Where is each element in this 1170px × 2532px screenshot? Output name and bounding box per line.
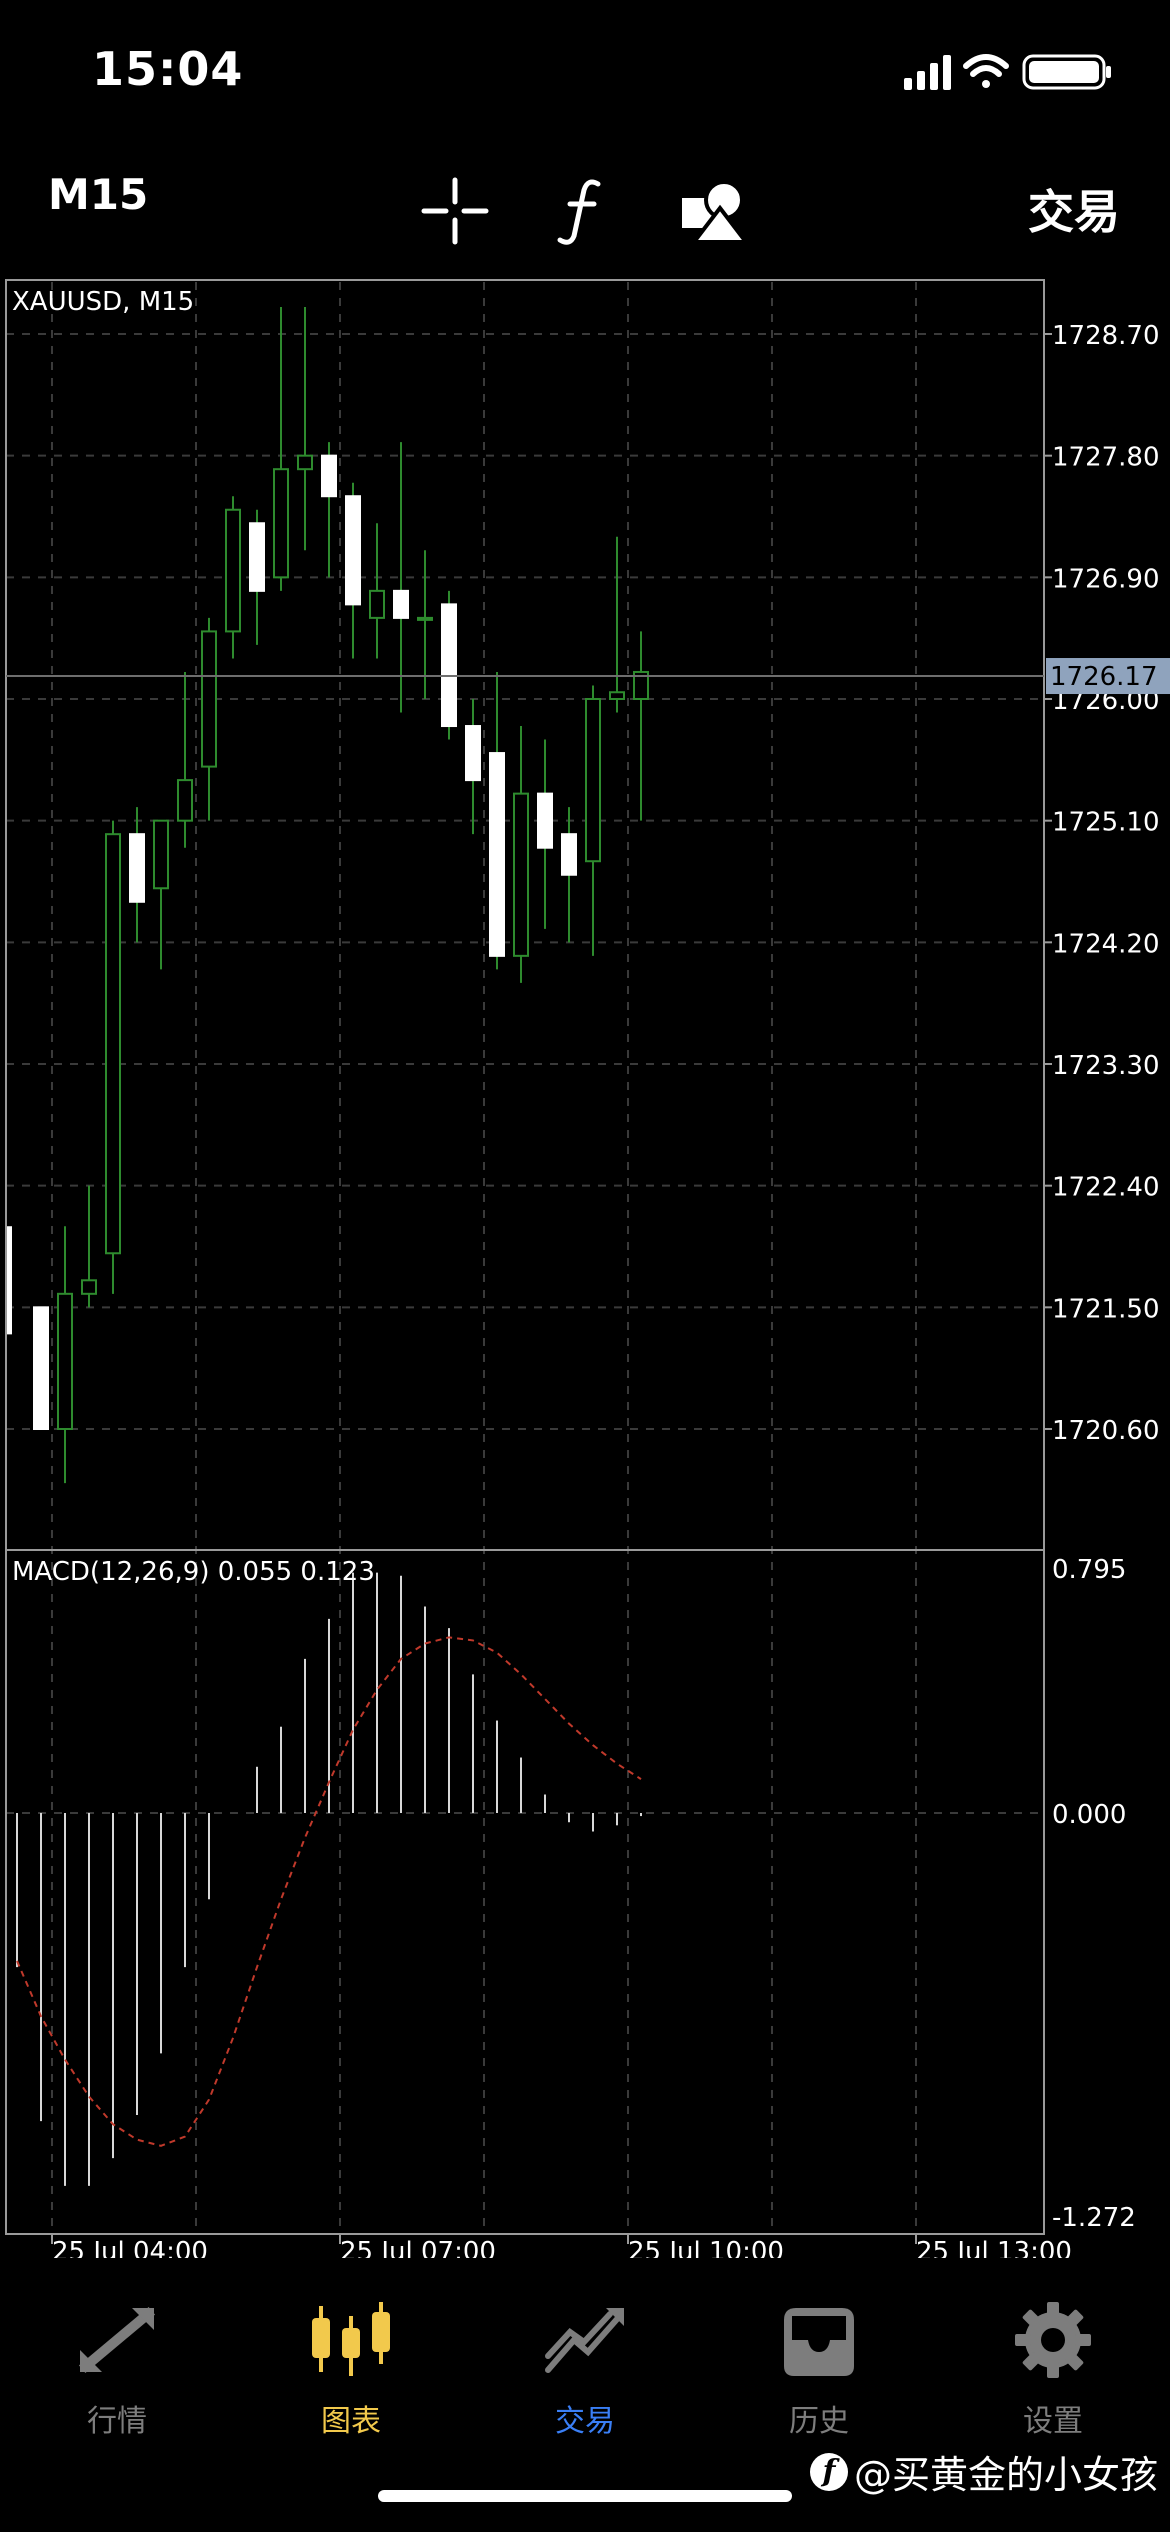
history-tray-icon — [784, 2308, 854, 2376]
candle-bull — [57, 1292, 73, 1430]
macd-indicator — [16, 1572, 642, 2186]
price-tick-label: 1725.10 — [1052, 808, 1160, 838]
timeframe-button[interactable]: M15 — [48, 170, 148, 219]
chart-area[interactable]: XAUUSD, M15 MACD(12,26,9) 0.055 0.123 17… — [0, 278, 1170, 2258]
price-tick-label: 1726.90 — [1052, 564, 1160, 594]
price-tick-label: 1722.40 — [1052, 1173, 1160, 1203]
price-tick-label: 1724.20 — [1052, 929, 1160, 959]
candle-bear — [249, 522, 265, 592]
candle-bull — [81, 1279, 97, 1295]
macd-label: MACD(12,26,9) 0.055 0.123 — [12, 1557, 375, 1587]
price-axis: 1728.701727.801726.901726.001725.101724.… — [1044, 321, 1160, 1446]
tab-history-label: 历史 — [789, 2404, 849, 2439]
candle-bear — [465, 725, 481, 782]
candle-bear — [33, 1306, 49, 1431]
battery-icon — [1022, 54, 1111, 90]
cellular-signal-icon — [904, 55, 951, 90]
objects-button[interactable] — [680, 176, 751, 246]
time-tick-label: 25 Jul 07:00 — [340, 2237, 496, 2258]
gear-tooth — [1015, 2334, 1031, 2346]
crosshair-button[interactable] — [420, 176, 490, 246]
status-icons — [904, 54, 1111, 90]
candle-bear — [321, 454, 337, 498]
candle-bear — [129, 833, 145, 903]
tab-bar: 行情 图表 交易 历史 设置 — [0, 2290, 1170, 2440]
settings-gear-icon — [1015, 2302, 1091, 2378]
candle-bull — [201, 630, 217, 768]
current-price-marker: 1726.17 — [6, 658, 1170, 695]
macd-tick-label: 0.795 — [1052, 1555, 1126, 1585]
candle-bull — [513, 792, 529, 957]
watermark-text: @买黄金的小女孩 — [853, 2453, 1158, 2497]
candle-bear — [441, 603, 457, 728]
crosshair-icon — [421, 177, 489, 245]
symbol-label: XAUUSD, M15 — [12, 287, 194, 317]
status-time: 15:04 — [92, 42, 244, 96]
candle-bull — [369, 589, 385, 619]
candle-bear — [561, 833, 577, 876]
candle-bull — [417, 616, 433, 621]
quotes-icon — [78, 2306, 156, 2374]
time-tick-label: 25 Jul 04:00 — [52, 2237, 208, 2258]
tab-chart-label: 图表 — [321, 2404, 381, 2439]
indicator-f-icon — [557, 179, 601, 245]
chart-candles-icon — [312, 2302, 390, 2376]
macd-axis: 0.795 0.000 -1.272 — [1052, 1555, 1136, 2233]
candle-bull — [105, 833, 121, 1255]
trade-button[interactable]: 交易 — [1028, 176, 1120, 242]
tab-settings-label: 设置 — [1023, 2404, 1083, 2439]
current-price-value: 1726.17 — [1050, 662, 1158, 692]
time-axis: 25 Jul 04:00 25 Jul 07:00 25 Jul 10:00 25 J… — [51, 2234, 1072, 2258]
candle-bear — [393, 589, 409, 619]
tab-trade-label: 交易 — [555, 2404, 615, 2439]
chart-toolbar: M15 交易 — [0, 150, 1170, 280]
candle-bear — [345, 495, 361, 606]
candle-bull — [297, 454, 313, 471]
candle-bull — [153, 819, 169, 890]
objects-icon — [682, 180, 751, 244]
macd-tick-label: 0.000 — [1052, 1800, 1126, 1830]
watermark: f @买黄金的小女孩 — [809, 2444, 1158, 2499]
price-tick-label: 1728.70 — [1052, 321, 1160, 351]
candle-bull — [585, 698, 601, 863]
tab-settings[interactable]: 设置 — [936, 2300, 1170, 2440]
gear-tooth — [1047, 2362, 1059, 2378]
trade-icon — [545, 2308, 624, 2373]
tab-history[interactable]: 历史 — [702, 2300, 936, 2440]
time-tick-label: 25 Jul 13:00 — [916, 2237, 1072, 2258]
watermark-logo: f — [809, 2452, 848, 2491]
candle-bull — [177, 779, 193, 822]
gear-tooth — [1047, 2302, 1059, 2318]
tab-trade[interactable]: 交易 — [468, 2300, 702, 2440]
price-tick-label: 1721.50 — [1052, 1294, 1160, 1324]
macd-tick-label: -1.272 — [1052, 2203, 1136, 2233]
price-chart[interactable]: XAUUSD, M15 MACD(12,26,9) 0.055 0.123 17… — [0, 278, 1170, 2258]
tab-quotes-label: 行情 — [87, 2404, 147, 2439]
time-tick-label: 25 Jul 10:00 — [628, 2237, 784, 2258]
candle-bear — [489, 752, 505, 957]
price-tick-label: 1720.60 — [1052, 1416, 1160, 1446]
home-indicator — [378, 2490, 792, 2502]
indicators-button[interactable] — [548, 176, 618, 246]
tab-chart[interactable]: 图表 — [234, 2300, 468, 2440]
gear-tooth — [1075, 2334, 1091, 2346]
price-tick-label: 1727.80 — [1052, 443, 1160, 473]
status-bar: 15:04 — [0, 0, 1170, 150]
candle-bull — [225, 508, 241, 633]
wifi-icon — [963, 54, 1009, 88]
price-tick-label: 1723.30 — [1052, 1051, 1160, 1081]
candle-bull — [273, 468, 289, 579]
candle-bear — [537, 792, 553, 849]
candle-bull — [609, 691, 625, 701]
tab-quotes[interactable]: 行情 — [0, 2300, 234, 2440]
